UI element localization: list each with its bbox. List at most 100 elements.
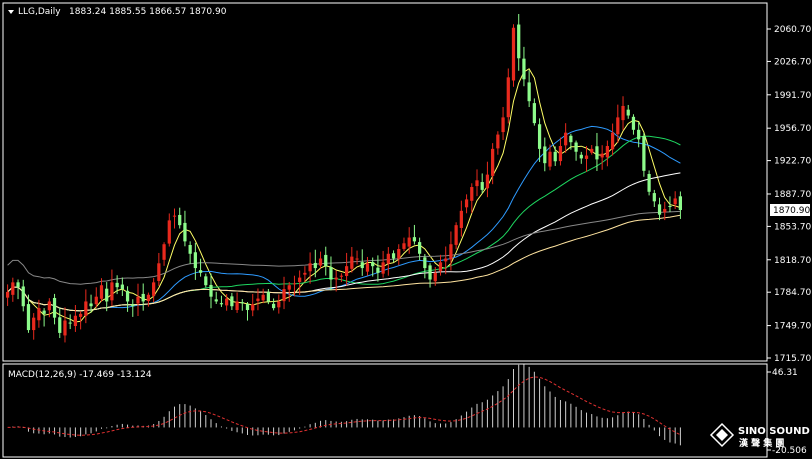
candle-body — [292, 283, 297, 285]
macd-indicator-label: MACD(12,26,9) -17.469 -13.124 — [8, 370, 152, 380]
candle-body — [527, 82, 531, 102]
trading-chart[interactable]: 2060.70 2026.70 1991.70 1956.70 1922.70 1887.… — [0, 0, 812, 459]
candle-body — [193, 252, 197, 269]
candle-body — [79, 313, 83, 317]
price-tick-label: 1749.70 — [774, 322, 811, 332]
candle-body — [37, 308, 41, 321]
candle-body — [11, 282, 15, 295]
candle-body — [428, 265, 432, 280]
candle-body — [506, 77, 510, 118]
svg-text:1870.90: 1870.90 — [773, 206, 810, 216]
price-tick-label: 1853.70 — [774, 222, 811, 232]
candle-body — [574, 142, 578, 152]
candle-body — [277, 301, 281, 308]
macd-tick-label: 46.31 — [772, 368, 798, 378]
candle-body — [32, 317, 36, 331]
candle-body — [491, 148, 495, 176]
candle-body — [105, 288, 109, 302]
price-tick-label: 1784.70 — [774, 288, 811, 298]
candle-body — [26, 304, 31, 331]
candle-body — [381, 262, 385, 274]
candle-body — [271, 303, 276, 309]
candle-body — [131, 304, 135, 307]
candle-body — [579, 154, 583, 159]
candle-body — [120, 284, 124, 290]
svg-text:SINO SOUND: SINO SOUND — [738, 426, 810, 437]
candle-body — [162, 244, 166, 260]
candle-body — [438, 262, 443, 272]
candle-body — [209, 284, 213, 297]
candle-body — [673, 198, 677, 205]
candle-body — [642, 135, 646, 171]
candle-body — [517, 24, 521, 59]
price-tick-label: 1991.70 — [774, 91, 811, 101]
candle-body — [313, 262, 317, 269]
candle-body — [621, 105, 625, 121]
candle-body — [136, 296, 140, 304]
candle-body — [423, 257, 427, 269]
price-tick-label: 1818.70 — [774, 256, 811, 266]
candle-body — [178, 214, 182, 226]
candle-body — [522, 58, 526, 80]
chart-background — [0, 0, 812, 459]
candle-body — [365, 263, 370, 272]
candle-body — [464, 199, 469, 208]
candle-body — [454, 225, 458, 245]
candle-body — [610, 132, 615, 150]
candle-body — [652, 193, 656, 202]
candle-body — [433, 272, 437, 282]
candle-body — [553, 151, 557, 162]
candle-body — [391, 253, 396, 259]
candle-body — [564, 132, 568, 146]
candle-body — [230, 296, 234, 307]
candle-body — [125, 290, 130, 302]
candle-body — [449, 244, 453, 260]
candle-body — [657, 204, 662, 215]
current-price-marker: 1870.90 — [770, 204, 810, 216]
candle-body — [204, 276, 208, 286]
candle-body — [225, 298, 229, 306]
candle-body — [631, 116, 636, 130]
price-tick-label: 1956.70 — [774, 124, 811, 134]
candle-body — [485, 174, 490, 189]
candle-body — [68, 322, 72, 324]
candle-body — [214, 299, 218, 302]
candle-body — [188, 245, 192, 254]
candle-body — [21, 286, 25, 307]
price-tick-label: 2060.70 — [774, 25, 811, 35]
candle-body — [663, 208, 667, 213]
candle-body — [89, 303, 93, 307]
candle-body — [256, 298, 260, 302]
symbol-timeframe-label: LLG,Daily — [18, 7, 61, 17]
candle-body — [590, 148, 594, 153]
candle-body — [334, 277, 338, 280]
candle-body — [219, 303, 224, 305]
candle-body — [605, 146, 609, 158]
candle-body — [298, 277, 302, 282]
candle-body — [94, 296, 98, 305]
candle-body — [287, 285, 291, 290]
candle-body — [329, 266, 333, 280]
candle-body — [172, 215, 177, 217]
candle-body — [595, 146, 599, 160]
candle-body — [501, 117, 505, 133]
candle-body — [386, 253, 390, 264]
candle-body — [459, 210, 463, 228]
candle-body — [360, 262, 364, 269]
candle-body — [668, 205, 672, 207]
candle-body — [407, 237, 411, 247]
candle-body — [251, 304, 255, 311]
candle-body — [637, 129, 641, 140]
price-tick-label: 1887.70 — [774, 190, 811, 200]
candle-body — [397, 249, 401, 259]
candle-body — [470, 187, 474, 201]
candle-body — [626, 109, 630, 116]
candle-body — [647, 173, 651, 192]
price-tick-label: 1922.70 — [774, 157, 811, 167]
candle-body — [678, 196, 683, 210]
candle-body — [308, 263, 312, 272]
candle-body — [52, 297, 57, 318]
candle-body — [324, 254, 328, 267]
candle-body — [303, 272, 307, 275]
candle-body — [537, 124, 542, 149]
